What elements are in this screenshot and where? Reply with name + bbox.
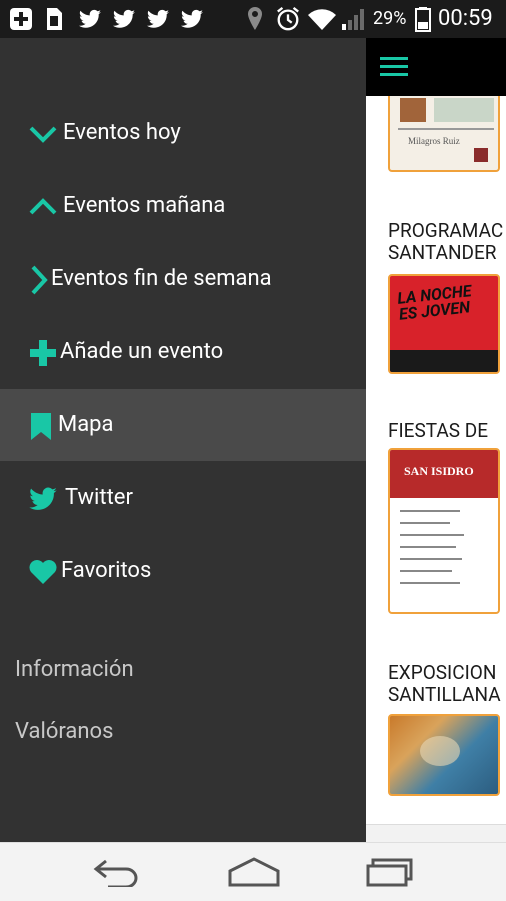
nav-item-eventos-fin-de-semana[interactable]: Eventos fin de semana [0, 243, 366, 315]
twitter-notification-icon [79, 9, 101, 28]
nav-item-label: Eventos fin de semana [51, 266, 272, 291]
twitter-notification-icon [181, 9, 203, 28]
twitter-notification-icon [147, 9, 169, 28]
event-thumbnail [388, 714, 500, 796]
twitter-icon [29, 487, 57, 510]
wifi-icon [308, 9, 336, 31]
heart-icon [29, 560, 57, 584]
event-title-line1: EXPOSICION [388, 661, 497, 684]
nav-item-label: Mapa [58, 412, 114, 437]
nav-item-label: Favoritos [61, 558, 152, 583]
thumb-caption: Milagros Ruiz [408, 136, 460, 146]
event-card[interactable]: PROGRAMAC SANTANDER LA NOCHE ES JOVEN [366, 198, 506, 399]
link-informacion[interactable]: Información [15, 656, 134, 684]
chevron-up-icon [29, 198, 57, 215]
navigation-drawer: Eventos hoy Eventos mañana Eventos fin d… [0, 38, 366, 842]
event-title-line2: SANTANDER [388, 241, 497, 264]
twitter-notification-icon [113, 9, 135, 28]
chevron-down-icon [29, 126, 57, 143]
nav-item-eventos-manana[interactable]: Eventos mañana [0, 170, 366, 242]
back-icon[interactable] [92, 857, 142, 887]
event-card[interactable]: EXPOSICION SANTILLANA [366, 640, 506, 825]
nav-item-label: Eventos hoy [63, 120, 181, 145]
event-list-screen: Milagros Ruiz PROGRAMAC SANTANDER LA NOC… [366, 38, 506, 842]
add-notification-icon [10, 8, 32, 30]
nav-item-label: Twitter [65, 485, 133, 510]
plus-icon [30, 340, 56, 366]
event-thumbnail: LA NOCHE ES JOVEN [388, 274, 500, 374]
nav-item-anade-evento[interactable]: Añade un evento [0, 316, 366, 388]
event-thumbnail: Milagros Ruiz [388, 96, 500, 172]
signal-icon [342, 9, 364, 30]
alarm-icon [277, 6, 299, 31]
event-card[interactable]: FIESTAS DE SAN ISIDRO [366, 398, 506, 641]
event-thumbnail: SAN ISIDRO [388, 448, 500, 614]
thumb-caption: LA NOCHE ES JOVEN [396, 281, 473, 324]
nav-item-mapa[interactable]: Mapa [0, 389, 366, 461]
system-navigation-bar [0, 842, 506, 901]
event-title-line1: FIESTAS DE [388, 419, 489, 442]
recent-apps-icon[interactable] [364, 857, 414, 887]
location-icon [248, 7, 262, 30]
nav-item-label: Eventos mañana [63, 193, 226, 218]
nav-item-eventos-hoy[interactable]: Eventos hoy [0, 97, 366, 169]
menu-icon[interactable] [380, 57, 408, 77]
nav-item-label: Añade un evento [60, 339, 224, 364]
battery-percent: 29% [373, 8, 407, 29]
thumb-caption: SAN ISIDRO [404, 464, 474, 478]
app-toolbar [366, 38, 506, 96]
sd-card-icon [47, 8, 62, 30]
bookmark-icon [31, 413, 51, 440]
nav-item-twitter[interactable]: Twitter [0, 462, 366, 534]
event-title-line1: PROGRAMAC [388, 219, 504, 242]
clock: 00:59 [438, 6, 493, 31]
nav-item-favoritos[interactable]: Favoritos [0, 535, 366, 607]
battery-icon [415, 7, 431, 32]
link-valoranos[interactable]: Valóranos [15, 718, 113, 746]
event-title-line2: SANTILLANA [388, 683, 501, 706]
home-icon[interactable] [226, 857, 282, 887]
status-bar: 29% 00:59 [0, 0, 506, 38]
chevron-right-icon [31, 265, 48, 295]
